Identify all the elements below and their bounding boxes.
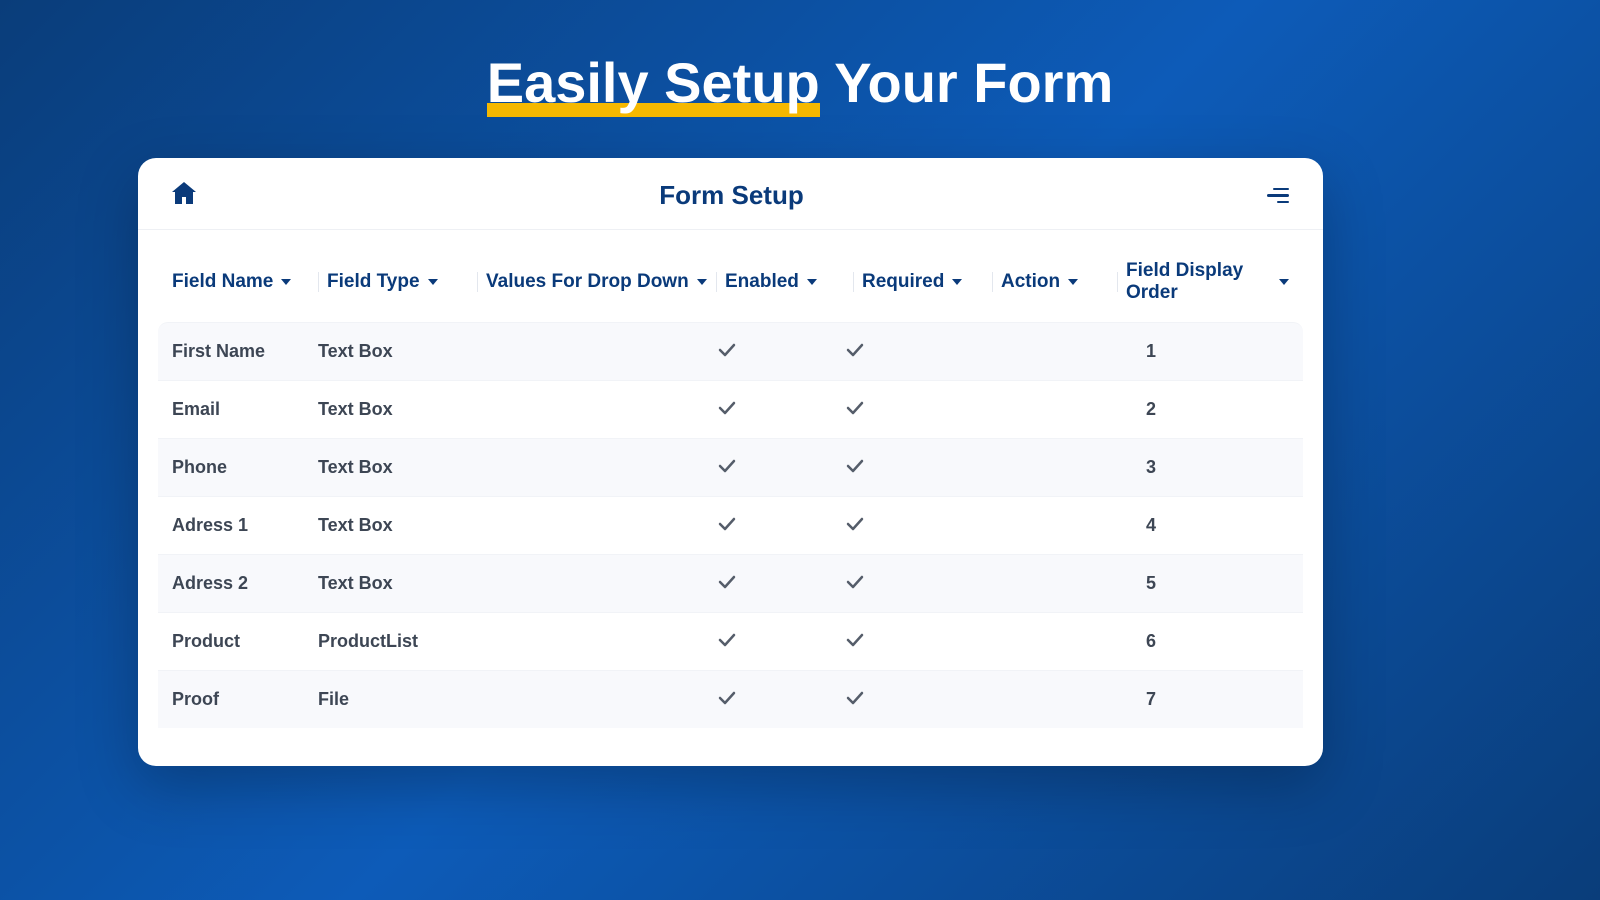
column-separator [318,272,319,292]
column-label: Field Name [172,271,273,293]
cell-required [826,341,956,362]
page-heading-rest: Your Form [820,51,1114,114]
column-separator [853,272,854,292]
cell-required [826,573,956,594]
cell-field-name: Product [172,631,318,652]
table-row[interactable]: Adress 1Text Box 4 [158,496,1303,554]
caret-down-icon [952,279,962,285]
caret-down-icon [1279,279,1289,285]
caret-down-icon [697,279,707,285]
column-header-field-type[interactable]: Field Type [327,271,477,293]
column-label: Enabled [725,271,799,293]
table-row[interactable]: ProofFile 7 [158,670,1303,728]
cell-order: 1 [1072,341,1289,362]
caret-down-icon [807,279,817,285]
table-body: First NameText Box1EmailText Box2PhoneTe… [158,322,1303,728]
cell-field-name: Proof [172,689,318,710]
column-header-order[interactable]: Field Display Order [1126,260,1289,304]
table-row[interactable]: PhoneText Box 3 [158,438,1303,496]
check-icon [718,515,736,535]
cell-required [826,399,956,420]
cell-order: 3 [1072,457,1289,478]
cell-field-type: Text Box [318,457,468,478]
cell-required [826,631,956,652]
check-icon [846,515,864,535]
check-icon [846,631,864,651]
cell-field-type: Text Box [318,573,468,594]
column-separator [992,272,993,292]
column-label: Values For Drop Down [486,271,689,293]
caret-down-icon [428,279,438,285]
cell-field-type: Text Box [318,399,468,420]
check-icon [718,341,736,361]
check-icon [846,689,864,709]
column-header-field-name[interactable]: Field Name [172,271,318,293]
column-label: Action [1001,271,1060,293]
cell-required [826,689,956,710]
cell-required [826,457,956,478]
cell-order: 6 [1072,631,1289,652]
cell-enabled [698,689,826,710]
check-icon [846,457,864,477]
card-title: Form Setup [196,180,1267,211]
check-icon [846,341,864,361]
form-setup-card: Form Setup Field Name Field Type Values … [138,158,1323,766]
column-label: Field Display Order [1126,260,1271,304]
column-header-action[interactable]: Action [1001,271,1117,293]
cell-order: 4 [1072,515,1289,536]
table-row[interactable]: EmailText Box 2 [158,380,1303,438]
column-label: Required [862,271,944,293]
cell-enabled [698,457,826,478]
cell-enabled [698,631,826,652]
table-row[interactable]: Adress 2Text Box 5 [158,554,1303,612]
cell-order: 5 [1072,573,1289,594]
cell-enabled [698,573,826,594]
page-heading-highlight: Easily Setup [487,50,820,115]
cell-field-type: ProductList [318,631,468,652]
table-header-row: Field Name Field Type Values For Drop Do… [158,248,1303,322]
caret-down-icon [1068,279,1078,285]
check-icon [718,457,736,477]
cell-enabled [698,515,826,536]
column-label: Field Type [327,271,420,293]
cell-field-name: Adress 1 [172,515,318,536]
cell-order: 7 [1072,689,1289,710]
column-separator [477,272,478,292]
column-header-enabled[interactable]: Enabled [725,271,853,293]
cell-field-type: File [318,689,468,710]
cell-field-name: Adress 2 [172,573,318,594]
page-heading: Easily Setup Your Form [0,0,1600,115]
cell-field-name: First Name [172,341,318,362]
cell-enabled [698,341,826,362]
table-row[interactable]: First NameText Box 1 [158,322,1303,380]
check-icon [718,689,736,709]
cell-required [826,515,956,536]
cell-field-type: Text Box [318,341,468,362]
check-icon [718,631,736,651]
form-fields-table: Field Name Field Type Values For Drop Do… [138,230,1323,728]
column-separator [1117,272,1118,292]
caret-down-icon [281,279,291,285]
table-row[interactable]: ProductProductList 6 [158,612,1303,670]
column-separator [716,272,717,292]
check-icon [718,399,736,419]
check-icon [846,399,864,419]
home-icon[interactable] [172,182,196,209]
cell-field-name: Phone [172,457,318,478]
cell-order: 2 [1072,399,1289,420]
menu-icon[interactable] [1267,188,1289,204]
check-icon [718,573,736,593]
cell-enabled [698,399,826,420]
column-header-values[interactable]: Values For Drop Down [486,271,716,293]
column-header-required[interactable]: Required [862,271,992,293]
check-icon [846,573,864,593]
cell-field-name: Email [172,399,318,420]
card-header: Form Setup [138,158,1323,230]
cell-field-type: Text Box [318,515,468,536]
